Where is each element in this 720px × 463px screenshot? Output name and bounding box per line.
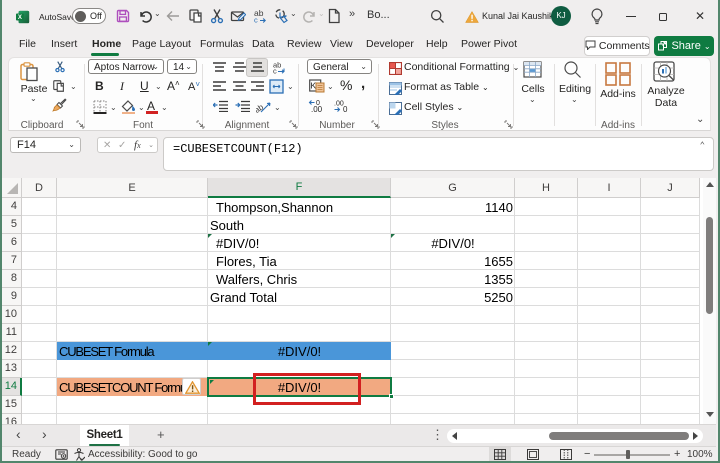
svg-text:0: 0 [343,105,348,113]
svg-text:c: c [273,67,277,75]
svg-text:0: 0 [316,100,320,107]
